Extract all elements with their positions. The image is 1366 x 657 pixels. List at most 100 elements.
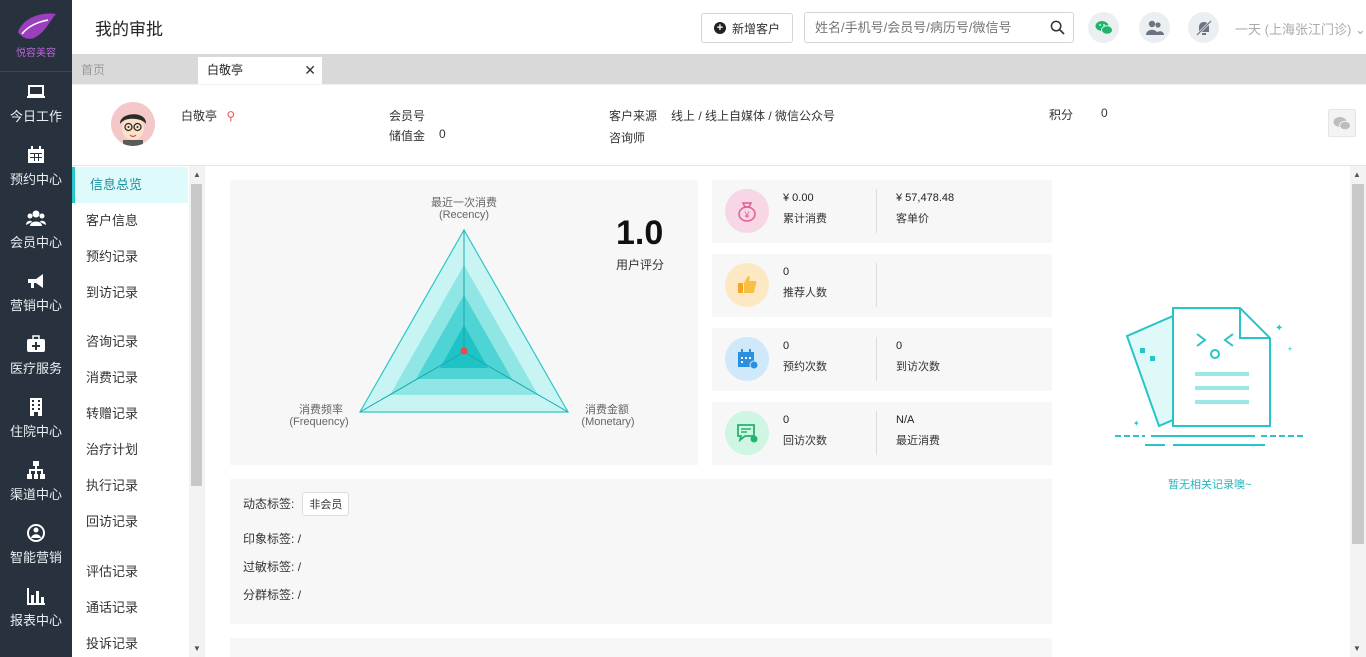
- bell-off-icon: [1195, 19, 1212, 36]
- referrals-value: 0: [783, 266, 790, 278]
- appointments-label: 预约次数: [783, 361, 827, 373]
- medkit-icon: [27, 335, 45, 352]
- submenu-scroll-thumb[interactable]: [191, 184, 202, 486]
- group-tags-row: 分群标签: /: [243, 588, 302, 602]
- svg-text:✦: ✦: [1275, 323, 1283, 334]
- brand-name: 悦容美容: [16, 48, 56, 59]
- user-group-button[interactable]: [1139, 12, 1170, 43]
- nav-item-inpatient[interactable]: 住院中心: [0, 387, 72, 450]
- svg-text:✦: ✦: [1133, 419, 1140, 428]
- submenu-visits[interactable]: 到访记录: [72, 275, 188, 311]
- submenu-transfers[interactable]: 转赠记录: [72, 396, 188, 432]
- user-group-icon: [1145, 20, 1164, 35]
- main-scroll-thumb[interactable]: [1352, 184, 1364, 544]
- main-scrollbar[interactable]: ▲ ▼: [1350, 166, 1366, 657]
- wechat-chat-button[interactable]: [1328, 109, 1356, 137]
- source-value: 线上 / 线上自媒体 / 微信公众号: [671, 109, 836, 123]
- submenu-execution[interactable]: 执行记录: [72, 468, 188, 504]
- nav-item-today[interactable]: 今日工作: [0, 72, 72, 135]
- search-icon[interactable]: [1050, 20, 1065, 35]
- avatar-illustration: [111, 102, 155, 146]
- user-score-label: 用户评分: [616, 258, 665, 272]
- source-label: 客户来源: [609, 109, 658, 123]
- submenu-overview[interactable]: 信息总览: [72, 167, 188, 203]
- appointments-value: 0: [783, 340, 790, 352]
- frequency-label: 消费频率: [299, 402, 343, 416]
- tab-customer[interactable]: 白敬亭 ✕: [198, 57, 322, 84]
- empty-state-illustration: ✦ ✦ +: [1115, 307, 1305, 446]
- submenu-appointments[interactable]: 预约记录: [72, 239, 188, 275]
- empty-state-text: 暂无相关记录噢~: [1168, 479, 1252, 491]
- scroll-down-icon[interactable]: ▼: [1353, 644, 1361, 653]
- stat-card-appointments: 0 预约次数 0 到访次数: [712, 328, 1052, 391]
- add-customer-button[interactable]: + 新增客户: [701, 13, 793, 43]
- submenu-assessments[interactable]: 评估记录: [72, 554, 188, 590]
- tags-card: 动态标签: 非会员 印象标签: / 过敏标签: / 分群标签: /: [230, 479, 1052, 624]
- chat-icon: [725, 411, 769, 455]
- submenu-consultations[interactable]: 咨询记录: [72, 324, 188, 360]
- recency-en-label: (Recency): [439, 209, 489, 221]
- submenu-complaints[interactable]: 投诉记录: [72, 626, 188, 657]
- top-header: 我的审批 + 新增客户 一天 (上海张江门诊) ⌄: [72, 0, 1366, 54]
- score-point: [460, 347, 468, 355]
- rfm-radar-card: 最近一次消费 (Recency) 消费频率 (Frequency) 消费金额 (…: [230, 180, 698, 465]
- avg-order-value: ¥ 57,478.48: [896, 192, 955, 204]
- stat-card-referrals: 0 推荐人数: [712, 254, 1052, 317]
- building-icon: [30, 398, 42, 416]
- users-icon: [26, 210, 46, 226]
- recency-label: 最近一次消费: [431, 195, 497, 209]
- submenu-followups[interactable]: 回访记录: [72, 504, 188, 540]
- money-bag-icon: ¥: [725, 189, 769, 233]
- plus-icon: +: [713, 22, 726, 34]
- customer-submenu: 信息总览 客户信息 预约记录 到访记录 咨询记录 消费记录 转赠记录 治疗计划 …: [72, 166, 204, 657]
- nav-item-medical[interactable]: 医疗服务: [0, 324, 72, 387]
- calendar-icon: [28, 146, 44, 163]
- dynamic-tags-row: 动态标签: 非会员: [243, 492, 350, 516]
- nav-item-smart-marketing[interactable]: 智能营销: [0, 513, 72, 576]
- chevron-down-icon: ⌄: [1354, 22, 1366, 37]
- tag-icon[interactable]: ⚲: [226, 109, 235, 123]
- sitemap-icon: [27, 461, 45, 479]
- avatar: [111, 102, 155, 146]
- balance-label: 储值金: [389, 129, 426, 143]
- scroll-up-icon[interactable]: ▲: [193, 170, 201, 179]
- scroll-down-icon[interactable]: ▼: [193, 644, 201, 653]
- followups-label: 回访次数: [783, 435, 827, 447]
- tag-chip[interactable]: 非会员: [302, 492, 350, 516]
- nav-item-marketing[interactable]: 营销中心: [0, 261, 72, 324]
- consultant-label: 咨询师: [609, 131, 646, 145]
- nav-item-appointment[interactable]: 预约中心: [0, 135, 72, 198]
- wechat-icon: [1095, 20, 1113, 35]
- scroll-up-icon[interactable]: ▲: [1353, 170, 1361, 179]
- wechat-button[interactable]: [1088, 12, 1119, 43]
- notification-button[interactable]: [1188, 12, 1219, 43]
- close-icon[interactable]: ✕: [304, 57, 316, 84]
- logo[interactable]: 悦容美容: [0, 0, 72, 72]
- tab-home[interactable]: 首页: [81, 57, 105, 84]
- referrals-label: 推荐人数: [783, 287, 827, 299]
- megaphone-icon: [28, 274, 43, 288]
- logo-icon: [18, 13, 56, 39]
- submenu-customer-info[interactable]: 客户信息: [72, 203, 188, 239]
- points-label: 积分: [1049, 108, 1074, 122]
- submenu-consumption[interactable]: 消费记录: [72, 360, 188, 396]
- store-selector[interactable]: 一天 (上海张江门诊) ⌄: [1235, 19, 1366, 38]
- svg-text:¥: ¥: [743, 210, 750, 220]
- user-score: 1.0: [616, 214, 664, 252]
- customer-header: 白敬亭 ⚲ 会员号 储值金 0 客户来源 线上 / 线上自媒体 / 微信公众号 …: [72, 85, 1366, 166]
- stat-card-followups: 0 回访次数 N/A 最近消费: [712, 402, 1052, 465]
- nav-item-reports[interactable]: 报表中心: [0, 576, 72, 639]
- left-nav: 悦容美容 今日工作 预约中心 会员中心 营销中心 医疗服务 住院中心 渠道中心 …: [0, 0, 72, 657]
- monetary-label: 消费金额: [585, 402, 629, 416]
- nav-item-member[interactable]: 会员中心: [0, 198, 72, 261]
- stat-card-consumption: ¥ ¥ 0.00 累计消费 ¥ 57,478.48 客单价: [712, 180, 1052, 243]
- bar-chart-icon: [27, 588, 45, 605]
- submenu-calls[interactable]: 通话记录: [72, 590, 188, 626]
- laptop-icon: [27, 85, 45, 98]
- submenu-treatment-plan[interactable]: 治疗计划: [72, 432, 188, 468]
- monetary-en-label: (Monetary): [581, 416, 634, 428]
- submenu-scrollbar[interactable]: ▲ ▼: [189, 166, 204, 657]
- search-input[interactable]: [805, 13, 1035, 42]
- nav-item-channel[interactable]: 渠道中心: [0, 450, 72, 513]
- overview-panel: 最近一次消费 (Recency) 消费频率 (Frequency) 消费金额 (…: [205, 166, 1350, 657]
